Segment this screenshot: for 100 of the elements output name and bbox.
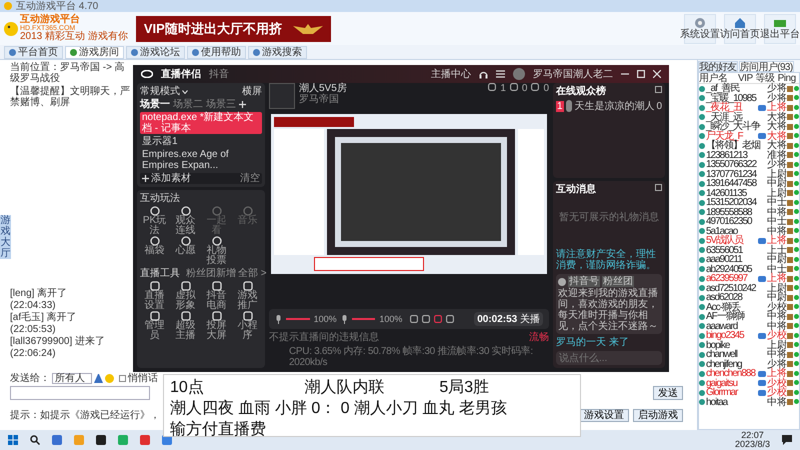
user-name: _天涯_远 bbox=[706, 112, 742, 122]
user-level: 少校 bbox=[767, 331, 787, 340]
recipient-dropdown[interactable]: 所有人 bbox=[52, 373, 92, 384]
send-label: 发送给： bbox=[10, 373, 50, 384]
user-badge: 粉丝团 bbox=[602, 276, 634, 287]
tool-icon bbox=[242, 206, 252, 216]
play-button[interactable]: 观众连线 bbox=[171, 206, 200, 236]
tool-button[interactable]: 投屏大屏 bbox=[202, 311, 231, 341]
tab[interactable]: 游戏论坛 bbox=[126, 46, 185, 59]
tool-button[interactable]: 管理员 bbox=[140, 311, 169, 341]
user-level: 上将 bbox=[767, 274, 787, 284]
play-button[interactable]: PK玩法 bbox=[140, 206, 169, 236]
user-name: hoitaa bbox=[706, 398, 728, 407]
column-header: VIP bbox=[738, 73, 753, 83]
user-level: 少校 bbox=[767, 388, 787, 398]
tool-button[interactable]: 抖音电商 bbox=[202, 281, 231, 311]
send-button[interactable]: 发送 bbox=[653, 386, 683, 400]
source-item[interactable]: Empires.exe Age of Empires Expan... bbox=[140, 149, 262, 171]
app-icon bbox=[74, 435, 84, 445]
room-button[interactable]: 启动游戏 bbox=[633, 408, 683, 422]
comment-input[interactable]: 说点什么... bbox=[556, 351, 662, 365]
source-item[interactable]: 显示器1 bbox=[140, 136, 262, 147]
user-level: 大将 bbox=[767, 112, 787, 122]
tab[interactable]: 游戏搜索 bbox=[248, 46, 307, 59]
tool-icon bbox=[150, 206, 160, 216]
windows-icon bbox=[8, 435, 18, 445]
end-stream-button[interactable]: 00:02:53 关播 bbox=[474, 312, 544, 326]
tool-button[interactable]: 小程序 bbox=[233, 311, 262, 341]
clear-button[interactable]: 清空 bbox=[240, 173, 260, 184]
mode-dropdown[interactable]: 常规模式 bbox=[140, 86, 188, 97]
notice-text: 【温馨提醒】文明聊天，严禁赌博、刷屏 bbox=[10, 86, 130, 108]
user-name: _夜花_丑 bbox=[706, 103, 742, 112]
stat-count: 1 bbox=[500, 83, 506, 94]
vip-icon bbox=[758, 104, 766, 111]
user-level: 上尉 bbox=[767, 188, 787, 198]
user-level: 大将 bbox=[767, 122, 787, 132]
clock-time: 22:07 bbox=[741, 431, 764, 440]
tool-button[interactable]: 直播设置 bbox=[140, 281, 169, 311]
stream-timer: 00:02:53 bbox=[477, 314, 518, 324]
log-time: (22:04:33) bbox=[10, 300, 57, 311]
side-tab[interactable]: 游戏大厅 bbox=[0, 215, 11, 259]
user-name: aaaward bbox=[706, 322, 738, 331]
play-button[interactable]: 福袋 bbox=[140, 236, 169, 266]
room-button[interactable]: 游戏设置 bbox=[579, 408, 629, 422]
user-tab[interactable]: 我的好友 bbox=[698, 61, 738, 72]
section-title: 直播工具 bbox=[140, 268, 180, 279]
tab-icon bbox=[131, 49, 138, 56]
user-level: 中士 bbox=[767, 217, 787, 226]
tab[interactable]: 平台首页 bbox=[4, 46, 63, 59]
user-tab[interactable]: 房间用户(93) bbox=[738, 61, 794, 72]
app-icon bbox=[118, 435, 128, 445]
user-level: 大将 bbox=[767, 132, 787, 141]
tab[interactable]: 游戏房间 bbox=[65, 46, 124, 59]
tool-icon bbox=[150, 311, 160, 321]
private-checkbox[interactable]: 悄悄话 bbox=[119, 373, 158, 384]
user-name: a62395997 bbox=[706, 274, 748, 284]
volume-reading: 100% bbox=[314, 314, 337, 324]
user-level: 少将 bbox=[767, 160, 787, 170]
scene-tab[interactable]: 场景一 bbox=[140, 99, 170, 110]
tool-icon bbox=[212, 281, 222, 291]
avatar bbox=[558, 278, 566, 286]
source-item[interactable]: notepad.exe *新建文本文档 - 记事本 bbox=[140, 112, 262, 134]
volume-reading: 100% bbox=[379, 314, 402, 324]
user-name: bingo2345 bbox=[706, 331, 744, 340]
user-name: _宝暖_10985 bbox=[706, 94, 756, 103]
cover-placeholder bbox=[269, 83, 295, 109]
viewer-score: 0 bbox=[656, 100, 662, 112]
tab-icon bbox=[9, 49, 16, 56]
tool-icon bbox=[212, 206, 222, 216]
join-message: 罗马的一天 来了 bbox=[556, 337, 630, 348]
user-level: 中尉 bbox=[767, 293, 787, 302]
user-name: 【将领】老烟 bbox=[706, 141, 760, 150]
banner-text: VIP随时进出大厅不用挤 bbox=[144, 22, 282, 36]
tool-button[interactable]: 超级主播 bbox=[171, 311, 200, 341]
user-level: 中尉 bbox=[767, 179, 787, 188]
all-tools-link[interactable]: 全部 > bbox=[238, 268, 267, 279]
user-name: 5a1acao bbox=[706, 226, 738, 236]
house-icon bbox=[734, 17, 746, 29]
message-input[interactable] bbox=[10, 386, 150, 400]
play-button[interactable]: 心愿 bbox=[171, 236, 200, 266]
tab-icon bbox=[192, 49, 199, 56]
platform-name: 抖音 bbox=[209, 68, 229, 80]
tool-button[interactable]: 虚拟形象 bbox=[171, 281, 200, 311]
settings-icon bbox=[694, 17, 706, 29]
orientation-button[interactable]: 横屏 bbox=[242, 86, 262, 97]
user-level: 上将 bbox=[767, 103, 787, 112]
user-level: 中将 bbox=[767, 312, 787, 322]
tool-button[interactable]: 游戏推广 bbox=[233, 281, 262, 311]
tab[interactable]: 使用帮助 bbox=[187, 46, 246, 59]
tool-icon bbox=[242, 281, 252, 291]
app-icon bbox=[52, 435, 62, 445]
popout-icon bbox=[655, 86, 662, 93]
user-name: 142601135 bbox=[706, 188, 746, 198]
scene-tab[interactable]: 场景二 bbox=[173, 99, 203, 110]
viewer-name: 天生是凉凉的潮人 bbox=[574, 100, 654, 112]
play-button[interactable]: 礼物投票 bbox=[202, 236, 231, 266]
creator-center-link[interactable]: 主播中心 bbox=[431, 68, 471, 80]
user-name: aaa90211 bbox=[706, 255, 742, 264]
user-name: 5V战队员 bbox=[706, 236, 744, 246]
scene-tab[interactable]: 场景三 bbox=[206, 99, 236, 110]
